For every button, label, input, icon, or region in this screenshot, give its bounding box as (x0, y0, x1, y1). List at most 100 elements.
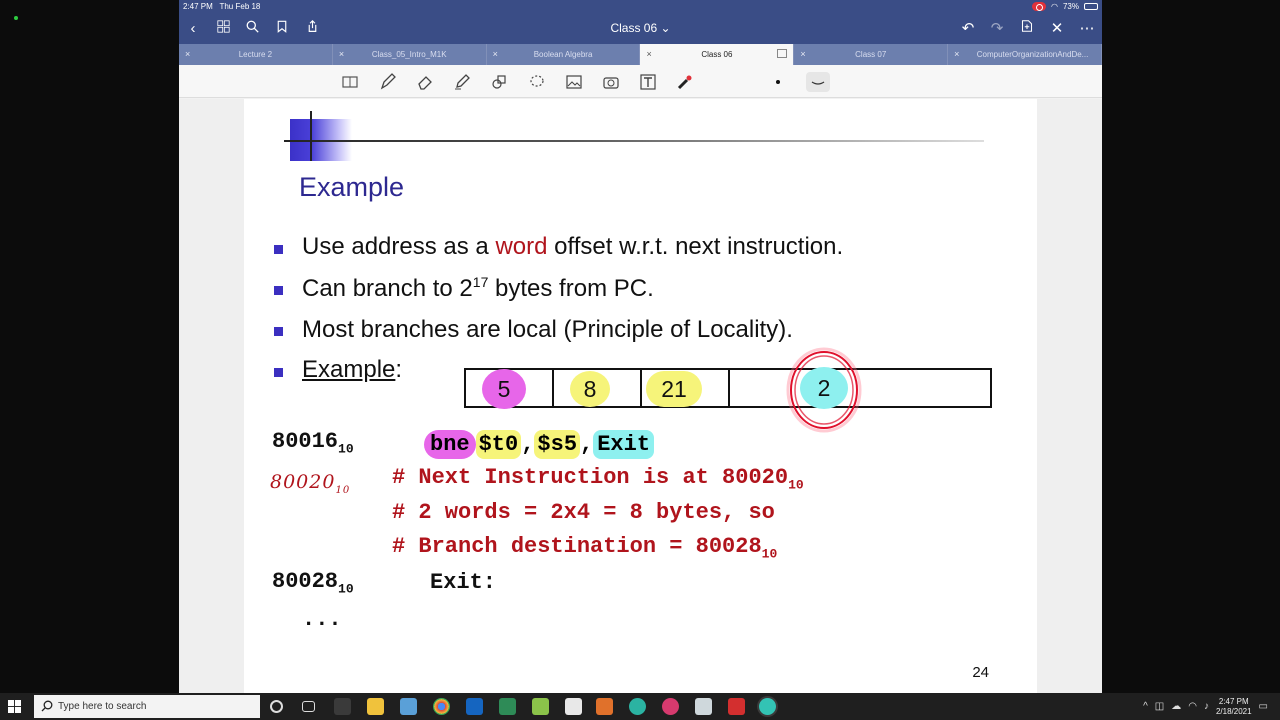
desktop-indicator-dot (14, 16, 18, 20)
status-time: 2:47 PM Thu Feb 18 (183, 2, 261, 11)
volume-icon[interactable]: ♪ (1204, 701, 1209, 712)
outlook-icon[interactable] (466, 698, 483, 715)
cortana-icon[interactable] (270, 700, 283, 713)
app-icon-notepad[interactable] (532, 698, 549, 715)
bullet-marker (274, 327, 283, 336)
battery-percent: 73% (1062, 2, 1079, 11)
file-explorer-icon[interactable] (367, 698, 384, 715)
tab-class-06[interactable]: × Class 06 (640, 44, 795, 65)
hand-drawn-circle-icon (786, 347, 862, 433)
lasso-tool-icon[interactable] (526, 72, 548, 92)
page-number: 24 (972, 664, 989, 681)
close-icon[interactable]: ✕ (1047, 19, 1067, 39)
example-link[interactable]: Example (302, 356, 395, 383)
system-tray: ^ ◫ ☁ ◠ ♪ 2:47 PM 2/18/2021 ▭ (1143, 693, 1268, 720)
search-icon (41, 700, 53, 712)
bullet-4: Example: (302, 356, 403, 383)
app-icon-teal[interactable] (629, 698, 646, 715)
pen-tool-icon[interactable] (377, 72, 399, 92)
bullet-2: Can branch to 217 bytes from PC. (302, 274, 654, 302)
tab-computer-organization[interactable]: × ComputerOrganizationAndDe... (948, 44, 1102, 65)
tray-chevron-icon[interactable]: ^ (1143, 701, 1148, 712)
highlighter-tool-icon[interactable] (451, 72, 473, 92)
windows-start-icon[interactable] (8, 700, 21, 713)
windows-taskbar: Type here to search ^ ◫ ☁ ◠ ♪ 2:47 PM 2/1… (0, 693, 1280, 720)
screen-record-icon (1032, 2, 1046, 11)
image-tool-icon[interactable] (563, 72, 585, 92)
stroke-width-icon[interactable] (806, 72, 830, 92)
assembly-instruction: bne $t0, $s5, Exit (424, 426, 655, 462)
task-view-icon[interactable] (302, 701, 315, 712)
ellipsis: ... (302, 607, 342, 632)
laser-pointer-icon[interactable] (674, 72, 696, 92)
wifi-icon: ◠ (1051, 2, 1058, 11)
asm-reg-t0: $t0 (475, 429, 522, 459)
color-dot-icon[interactable] (767, 72, 789, 92)
asm-opcode: bne (424, 429, 476, 459)
notification-icon[interactable]: ▭ (1259, 701, 1268, 712)
tab-close-icon[interactable]: × (185, 49, 190, 59)
slide-page[interactable]: Example Use address as a word offset w.r… (244, 99, 1037, 693)
bullet-1: Use address as a word offset w.r.t. next… (302, 233, 844, 260)
camera-tool-icon[interactable] (600, 72, 622, 92)
matlab-icon[interactable] (596, 698, 613, 715)
title-decoration-vline (310, 111, 312, 161)
drawing-toolbar (179, 65, 1102, 98)
comment-2: # 2 words = 2x4 = 8 bytes, so (392, 500, 775, 525)
read-mode-icon[interactable] (339, 72, 361, 92)
shapes-tool-icon[interactable] (488, 72, 510, 92)
slide-title: Example (299, 172, 405, 202)
search-placeholder: Type here to search (58, 701, 147, 712)
tab-lecture-2[interactable]: × Lecture 2 (179, 44, 333, 65)
app-icon-notes[interactable] (400, 698, 417, 715)
taskbar-search-box[interactable]: Type here to search (34, 695, 260, 718)
undo-icon[interactable]: ↶ (958, 19, 978, 39)
bullet-marker (274, 245, 283, 254)
comment-3: # Branch destination = 8002810 (392, 534, 778, 562)
instruction-format-box: 5 8 21 2 (464, 347, 992, 433)
status-indicators: ◠ 73% (1032, 2, 1098, 11)
add-page-icon[interactable] (1017, 19, 1037, 39)
tab-close-icon[interactable]: × (339, 49, 344, 59)
address-1: 8001610 (272, 429, 354, 457)
bullet-marker (274, 368, 283, 377)
eraser-tool-icon[interactable] (414, 72, 436, 92)
calculator-icon[interactable] (695, 698, 712, 715)
chrome-icon[interactable] (433, 698, 450, 715)
app-icon-active[interactable] (759, 698, 776, 715)
status-bar: 2:47 PM Thu Feb 18 ◠ 73% (179, 0, 1102, 14)
address-2: 8002810 (272, 569, 354, 597)
rs-field: 8 (570, 371, 610, 407)
text-tool-icon[interactable] (637, 72, 659, 92)
bullet-marker (274, 286, 283, 295)
field-divider (552, 370, 554, 406)
tab-close-icon[interactable]: × (800, 49, 805, 59)
tray-network-icon[interactable]: ◫ (1155, 701, 1164, 712)
asm-reg-s5: $s5 (534, 429, 581, 459)
acrobat-icon[interactable] (728, 698, 745, 715)
app-icon-pink[interactable] (662, 698, 679, 715)
app-icon-green[interactable] (499, 698, 516, 715)
tab-class-07[interactable]: × Class 07 (794, 44, 949, 65)
taskbar-clock[interactable]: 2:47 PM 2/18/2021 (1216, 697, 1252, 717)
note-canvas[interactable]: Example Use address as a word offset w.r… (179, 99, 1102, 693)
tab-close-icon[interactable]: × (493, 49, 498, 59)
onedrive-icon[interactable]: ☁ (1171, 701, 1181, 712)
split-view-icon[interactable] (777, 49, 788, 58)
redo-icon[interactable]: ↷ (987, 19, 1007, 39)
more-options-icon[interactable]: ⋯ (1077, 19, 1097, 39)
app-icon-document[interactable] (565, 698, 582, 715)
app-icon-settings[interactable] (334, 698, 351, 715)
tab-close-icon[interactable]: × (646, 49, 651, 59)
field-divider (640, 370, 642, 406)
handwritten-note: 8002010 (270, 471, 351, 496)
battery-icon (1084, 3, 1098, 10)
tab-boolean-algebra[interactable]: × Boolean Algebra (487, 44, 641, 65)
navigation-bar: ‹ Class 06 ⌄ ↶ ↷ ✕ ⋯ (179, 14, 1102, 44)
wifi-icon[interactable]: ◠ (1188, 701, 1197, 712)
title-decoration-line (284, 140, 984, 142)
comment-1: # Next Instruction is at 8002010 (392, 465, 804, 493)
tab-close-icon[interactable]: × (954, 49, 959, 59)
tab-class-05[interactable]: × Class_05_Intro_M1K (333, 44, 487, 65)
document-tab-bar: × Lecture 2 × Class_05_Intro_M1K × Boolean … (179, 44, 1102, 65)
